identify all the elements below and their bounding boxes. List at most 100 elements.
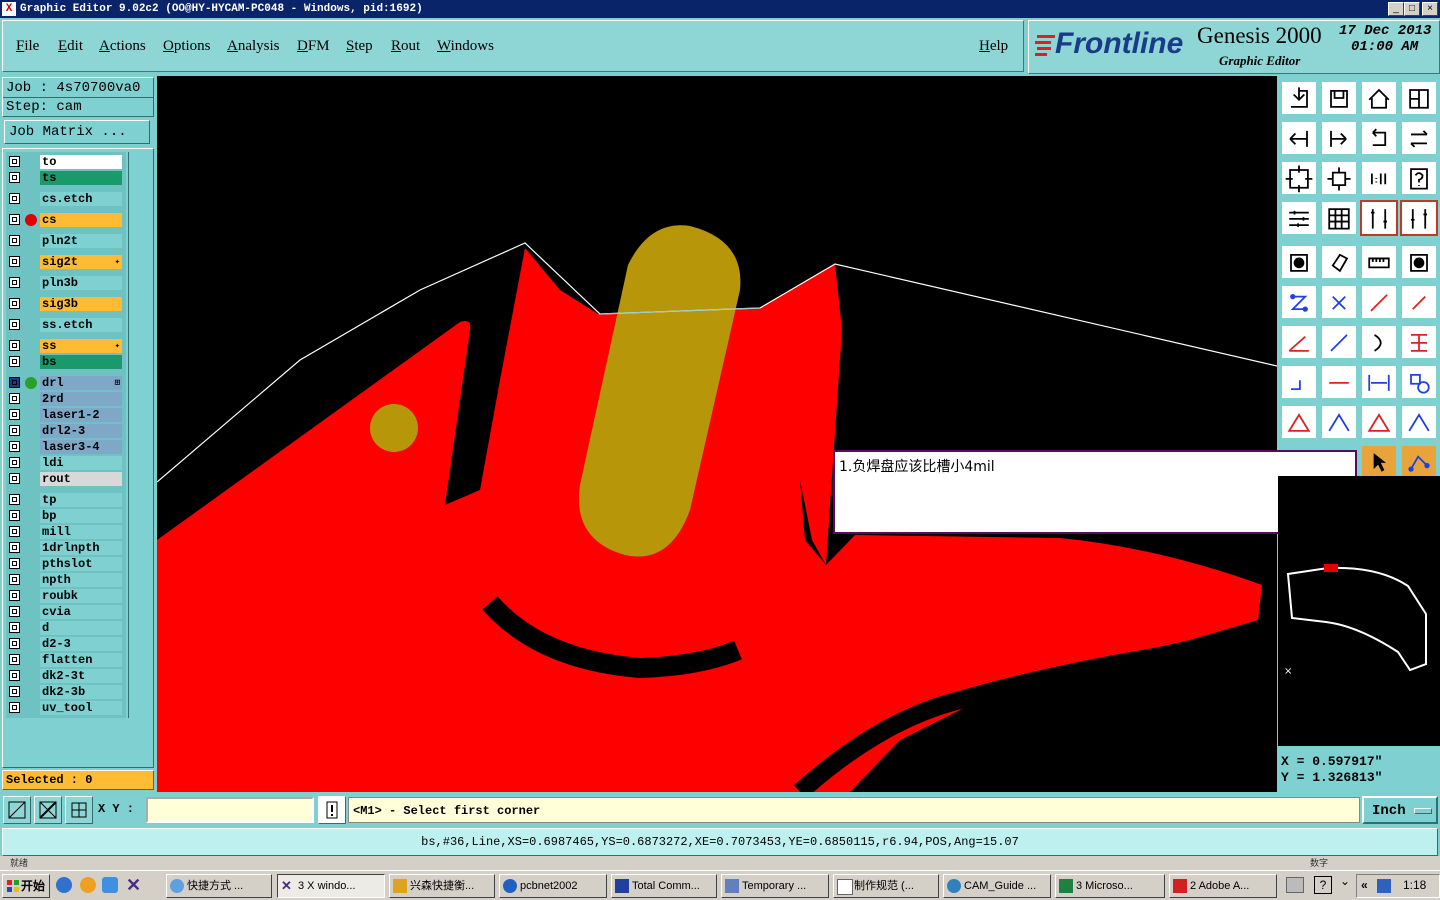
overview-map[interactable]: × xyxy=(1278,556,1440,746)
layer-checkbox[interactable] xyxy=(9,172,20,183)
cross-select-icon[interactable] xyxy=(1320,284,1358,320)
layer-row-mill[interactable]: mill xyxy=(6,525,126,539)
pcb-drawing[interactable] xyxy=(157,76,1277,792)
layer-row-cvia[interactable]: cvia xyxy=(6,605,126,619)
task-spec[interactable]: 制作规范 (... xyxy=(833,874,939,898)
task-microsoft[interactable]: 3 Microso... xyxy=(1055,874,1165,898)
layer-row-laser1-2[interactable]: laser1-2 xyxy=(6,408,126,422)
help-icon[interactable]: ? xyxy=(1314,876,1332,894)
layer-checkbox[interactable] xyxy=(9,193,20,204)
layers-filter-icon[interactable] xyxy=(1400,200,1438,236)
measure-span-icon[interactable] xyxy=(1360,364,1398,400)
move-right-icon[interactable] xyxy=(1320,120,1358,156)
task-xingsen[interactable]: 兴森快捷衡... xyxy=(389,874,495,898)
grid-snap-icon[interactable] xyxy=(65,796,93,824)
layer-checkbox[interactable] xyxy=(9,670,20,681)
triangle-icon[interactable] xyxy=(1280,404,1318,440)
layer-row-uv_tool[interactable]: uv_tool xyxy=(6,701,126,715)
layer-checkbox[interactable] xyxy=(9,590,20,601)
layer-scrollbar[interactable] xyxy=(128,152,152,718)
layer-checkbox[interactable] xyxy=(9,622,20,633)
layer-row-npth[interactable]: npth xyxy=(6,573,126,587)
line-draw-icon[interactable] xyxy=(1320,324,1358,360)
layer-checkbox[interactable] xyxy=(9,298,20,309)
layer-checkbox[interactable] xyxy=(9,542,20,553)
layer-checkbox[interactable] xyxy=(9,686,20,697)
layer-row-cs[interactable]: cs xyxy=(6,213,126,227)
menu-options[interactable]: Options xyxy=(163,38,211,55)
layer-checkbox[interactable] xyxy=(9,473,20,484)
net-nodes-icon[interactable] xyxy=(1280,284,1318,320)
keyboard-icon[interactable] xyxy=(1286,877,1304,893)
shapes-icon[interactable] xyxy=(1400,364,1438,400)
layer-row-tp[interactable]: tp xyxy=(6,493,126,507)
point-snap-icon[interactable] xyxy=(1400,284,1438,320)
save-step-icon[interactable] xyxy=(1320,80,1358,116)
line-snap-icon[interactable] xyxy=(1360,284,1398,320)
layer-row-bp[interactable]: bp xyxy=(6,509,126,523)
xy-input[interactable] xyxy=(146,797,314,823)
layer-row-d[interactable]: d xyxy=(6,621,126,635)
start-button[interactable]: 开始 xyxy=(2,874,50,898)
layer-checkbox[interactable] xyxy=(9,319,20,330)
triangle-edge-icon[interactable] xyxy=(1400,404,1438,440)
layer-row-d2-3[interactable]: d2-3 xyxy=(6,637,126,651)
triangle-alt-icon[interactable] xyxy=(1320,404,1358,440)
grid-icon[interactable] xyxy=(1320,200,1358,236)
layer-checkbox[interactable] xyxy=(9,441,20,452)
x-app-icon[interactable]: X xyxy=(2,2,16,16)
open-step-icon[interactable] xyxy=(1280,80,1318,116)
layer-row-sig2t[interactable]: sig2t ✦ xyxy=(6,255,126,269)
layer-row-drl2-3[interactable]: drl2-3 xyxy=(6,424,126,438)
menu-actions[interactable]: Actions xyxy=(99,38,146,55)
move-left-icon[interactable] xyxy=(1280,120,1318,156)
layer-checkbox[interactable] xyxy=(9,277,20,288)
layer-row-dk2-3b[interactable]: dk2-3b xyxy=(6,685,126,699)
pattern-icon[interactable] xyxy=(1400,324,1438,360)
layer-checkbox[interactable] xyxy=(9,156,20,167)
task-shortcut[interactable]: 快捷方式 ... xyxy=(166,874,272,898)
layer-row-ts[interactable]: ts xyxy=(6,171,126,185)
layer-row-to[interactable]: to xyxy=(6,155,126,169)
graphic-canvas[interactable] xyxy=(157,76,1277,792)
layer-checkbox[interactable] xyxy=(9,494,20,505)
layer-row-rout[interactable]: rout xyxy=(6,472,126,486)
layer-row-dk2-3t[interactable]: dk2-3t xyxy=(6,669,126,683)
undo-icon[interactable] xyxy=(1360,120,1398,156)
layer-row-drl[interactable]: drl ⊞ xyxy=(6,376,126,390)
close-button[interactable]: × xyxy=(1422,2,1438,16)
task-pcbnet[interactable]: pcbnet2002 xyxy=(499,874,607,898)
window-split-icon[interactable] xyxy=(1400,80,1438,116)
job-matrix-button[interactable]: Job Matrix ... xyxy=(4,120,150,144)
task-camguide[interactable]: CAM_Guide ... xyxy=(943,874,1051,898)
network-icon[interactable] xyxy=(1377,879,1391,893)
minimize-button[interactable]: _ xyxy=(1388,2,1404,16)
rotate-icon[interactable] xyxy=(1400,120,1438,156)
layer-row-pln2t[interactable]: pln2t xyxy=(6,234,126,248)
layer-checkbox[interactable] xyxy=(9,702,20,713)
layer-row-cs.etch[interactable]: cs.etch xyxy=(6,192,126,206)
maximize-button[interactable]: □ xyxy=(1404,2,1420,16)
layer-checkbox[interactable] xyxy=(9,409,20,420)
layer-row-pthslot[interactable]: pthslot xyxy=(6,557,126,571)
menu-rout[interactable]: Rout xyxy=(391,38,420,55)
layer-checkbox[interactable] xyxy=(9,638,20,649)
menu-dfm[interactable]: DFM xyxy=(297,38,330,55)
layer-checkbox[interactable] xyxy=(9,214,20,225)
layer-row-1drlnpth[interactable]: 1drlnpth xyxy=(6,541,126,555)
layer-row-flatten[interactable]: flatten xyxy=(6,653,126,667)
layer-checkbox[interactable] xyxy=(9,654,20,665)
layer-row-pln3b[interactable]: pln3b xyxy=(6,276,126,290)
tray-arrow-icon[interactable]: ⌄ xyxy=(1340,874,1350,888)
layer-checkbox[interactable] xyxy=(9,356,20,367)
scale-1to1-icon[interactable] xyxy=(1360,160,1398,196)
layer-checkbox[interactable] xyxy=(9,574,20,585)
app-quicklaunch-icon[interactable] xyxy=(102,877,118,893)
task-xwindow[interactable]: ✕ 3 X windo... xyxy=(277,874,385,898)
arc-icon[interactable] xyxy=(1360,324,1398,360)
clock-quicklaunch-icon[interactable] xyxy=(80,877,96,893)
menu-analysis[interactable]: Analysis xyxy=(227,38,280,55)
triangle-fill-icon[interactable] xyxy=(1360,404,1398,440)
measure-icon[interactable] xyxy=(34,796,62,824)
layer-row-bs[interactable]: bs xyxy=(6,355,126,369)
